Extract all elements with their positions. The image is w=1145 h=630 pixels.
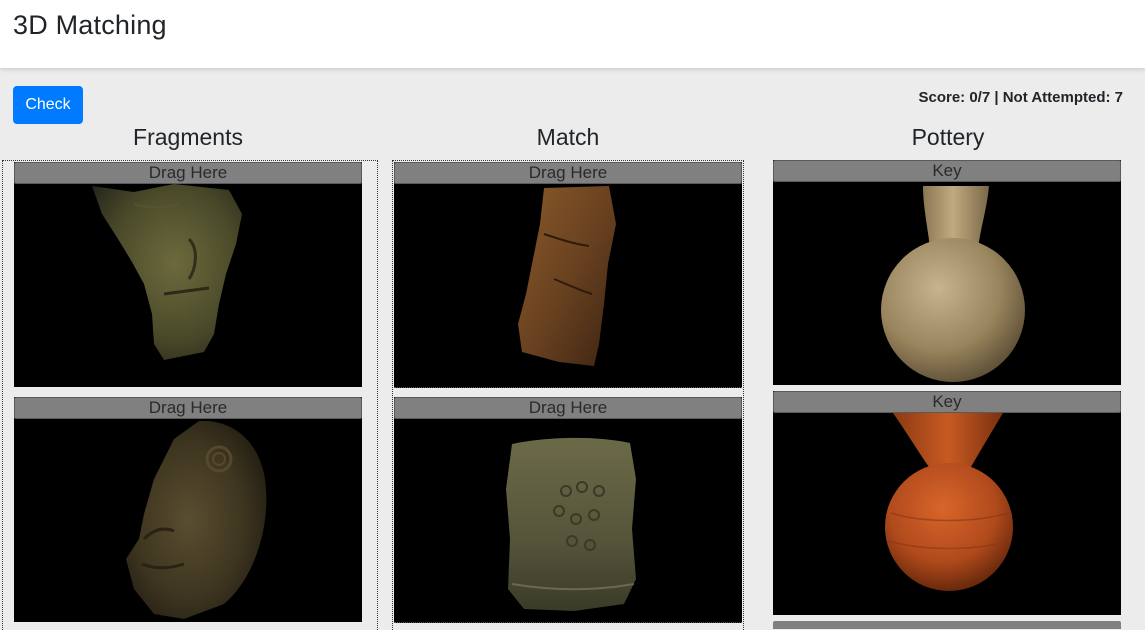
pottery-card-2: Key bbox=[773, 391, 1121, 615]
vase-tan-globe-model bbox=[881, 186, 1025, 382]
pottery-column: Key Key bbox=[772, 160, 1124, 629]
fragment-face-brown-model bbox=[126, 420, 267, 619]
match-slot-1[interactable]: Drag Here bbox=[394, 162, 742, 388]
key-label-bar: Key bbox=[773, 160, 1121, 182]
check-button[interactable]: Check bbox=[13, 86, 83, 124]
pottery-heading: Pottery bbox=[911, 124, 985, 150]
fragments-column: Drag Here Drag Here bbox=[2, 160, 378, 630]
match-column: Drag Here Drag Here bbox=[392, 160, 744, 630]
drag-handle[interactable]: Drag Here bbox=[14, 397, 362, 419]
fragment-card-2[interactable]: Drag Here bbox=[14, 397, 362, 622]
pottery-card-3 bbox=[773, 621, 1121, 629]
fragments-heading: Fragments bbox=[133, 124, 243, 150]
model-viewer-fragment-2[interactable] bbox=[14, 419, 362, 622]
model-viewer-match-2[interactable] bbox=[394, 419, 742, 622]
score-status: Score: 0/7 | Not Attempted: 7 bbox=[918, 89, 1123, 106]
model-viewer-match-1[interactable] bbox=[394, 184, 742, 387]
drop-target[interactable]: Drag Here bbox=[394, 162, 742, 184]
fragment-orange-shard-model bbox=[518, 186, 616, 366]
model-viewer-pottery-2[interactable] bbox=[773, 413, 1121, 615]
pottery-card-1: Key bbox=[773, 160, 1121, 385]
page-title: 3D Matching bbox=[13, 10, 167, 40]
match-slot-2[interactable]: Drag Here bbox=[394, 397, 742, 623]
app-header: 3D Matching bbox=[0, 0, 1145, 68]
fragment-card-1[interactable]: Drag Here bbox=[14, 162, 362, 387]
model-viewer-fragment-1[interactable] bbox=[14, 184, 362, 387]
drop-target[interactable]: Drag Here bbox=[394, 397, 742, 419]
drag-handle[interactable]: Drag Here bbox=[14, 162, 362, 184]
fragment-stamped-block-model bbox=[506, 437, 636, 611]
key-label-bar: Key bbox=[773, 391, 1121, 413]
vase-orange-gourd-model bbox=[885, 413, 1013, 591]
model-viewer-pottery-1[interactable] bbox=[773, 182, 1121, 385]
match-heading: Match bbox=[536, 124, 600, 150]
fragment-face-green-model bbox=[92, 184, 242, 360]
